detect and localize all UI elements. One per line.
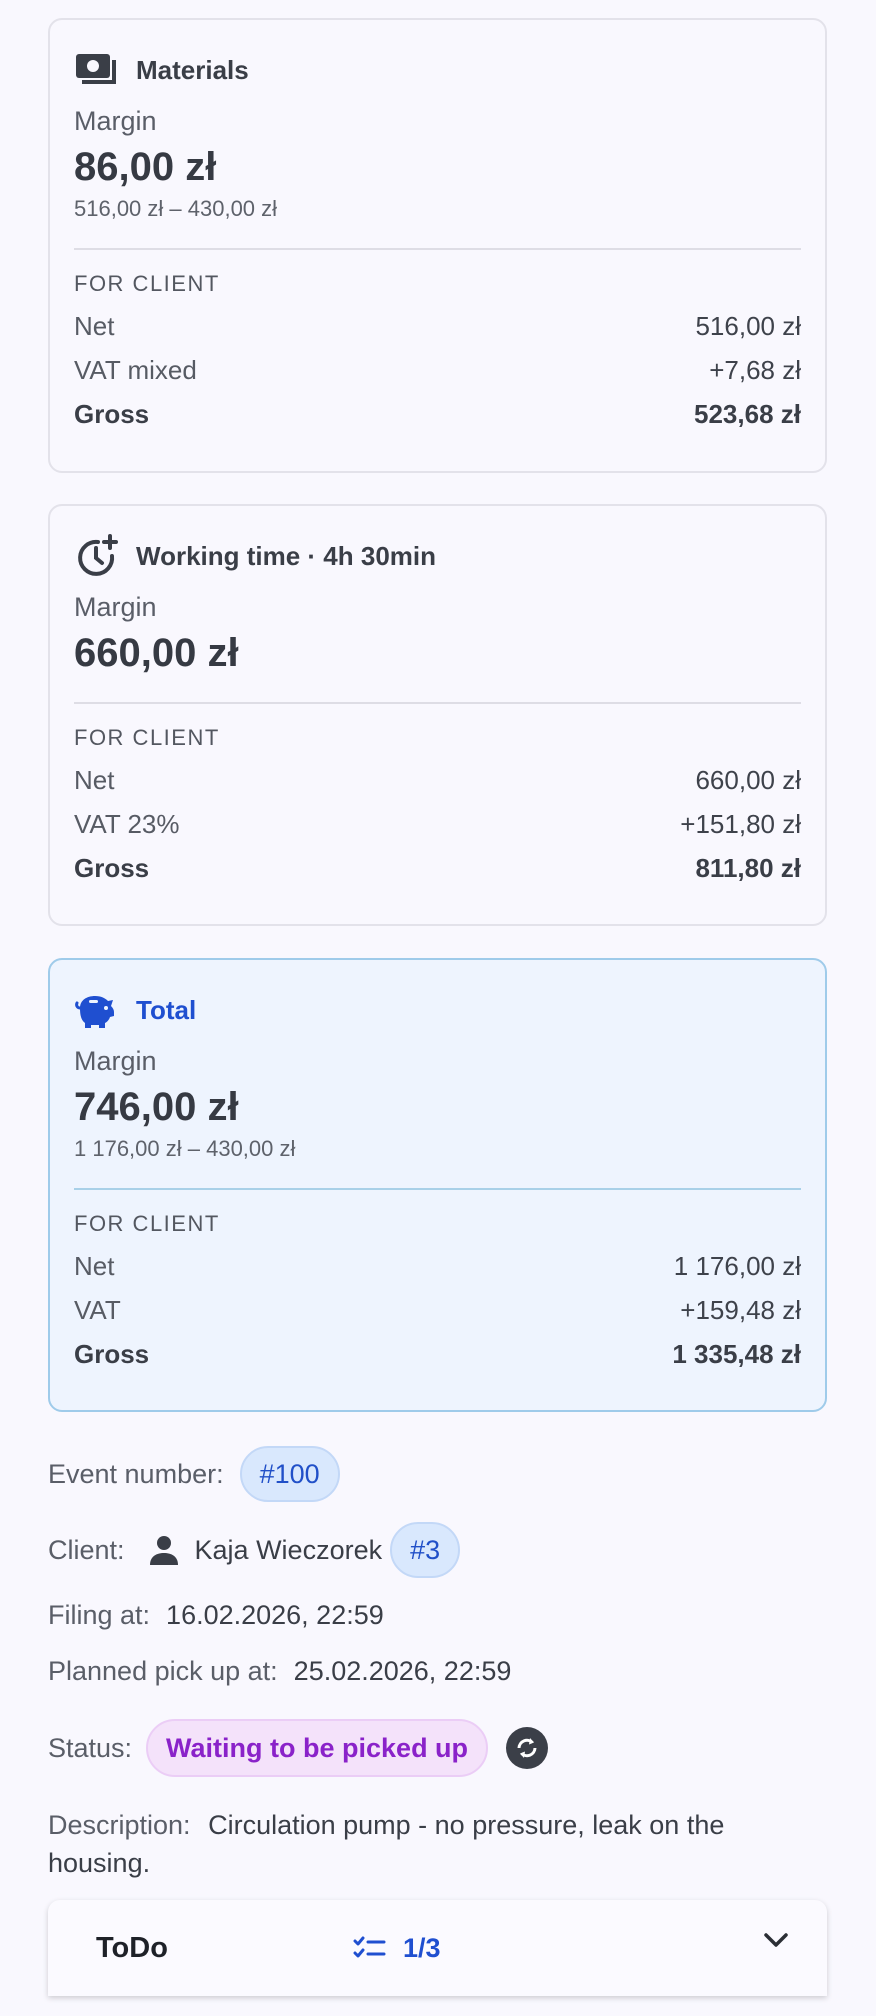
- change-status-button[interactable]: [506, 1727, 549, 1769]
- materials-card: Materials Margin 86,00 zł 516,00 zł – 43…: [48, 18, 827, 473]
- margin-label: Margin: [74, 1046, 157, 1076]
- event-number-label: Event number:: [48, 1458, 224, 1489]
- total-card: Total Margin 746,00 zł 1 176,00 zł – 430…: [48, 958, 827, 1412]
- status-badge: Waiting to be picked up: [146, 1719, 489, 1777]
- gross-row: Gross 811,80 zł: [74, 853, 801, 883]
- margin-label: Margin: [74, 106, 157, 136]
- event-number-chip[interactable]: #100: [239, 1446, 340, 1502]
- description-row: Description: Circulation pump - no press…: [48, 1806, 827, 1882]
- divider: [74, 1188, 801, 1190]
- todo-title: ToDo: [96, 1931, 168, 1964]
- status-label: Status:: [48, 1732, 133, 1763]
- client-row: Client: Kaja Wieczorek #3: [48, 1522, 461, 1578]
- vat-row: VAT mixed +7,68 zł: [74, 355, 801, 385]
- net-row: Net 1 176,00 zł: [74, 1251, 801, 1281]
- margin-breakdown: 516,00 zł – 430,00 zł: [74, 196, 278, 221]
- client-name[interactable]: Kaja Wieczorek: [195, 1535, 383, 1566]
- vat-row: VAT +159,48 zł: [74, 1295, 801, 1325]
- gross-row: Gross 1 335,48 zł: [74, 1339, 801, 1369]
- vat-row: VAT 23% +151,80 zł: [74, 809, 801, 839]
- client-id-chip[interactable]: #3: [390, 1522, 461, 1578]
- filing-value: 16.02.2026, 22:59: [166, 1599, 384, 1630]
- divider: [74, 248, 801, 250]
- margin-value: 86,00 zł: [74, 145, 217, 189]
- pickup-label: Planned pick up at:: [48, 1655, 278, 1686]
- cash-icon: [74, 50, 118, 90]
- section-label: FOR CLIENT: [74, 1211, 220, 1236]
- working-time-header: Working time · 4h 30min: [74, 534, 801, 576]
- margin-value: 660,00 zł: [74, 631, 239, 675]
- pickup-row: Planned pick up at: 25.02.2026, 22:59: [48, 1654, 511, 1688]
- margin-label: Margin: [74, 592, 157, 622]
- margin-breakdown: 1 176,00 zł – 430,00 zł: [74, 1136, 296, 1161]
- person-icon: [147, 1533, 181, 1567]
- sync-icon: [517, 1738, 537, 1758]
- description-label: Description:: [48, 1810, 191, 1840]
- filing-label: Filing at:: [48, 1599, 151, 1630]
- card-title: Total: [136, 994, 197, 1025]
- total-header: Total: [74, 990, 801, 1030]
- net-row: Net 516,00 zł: [74, 311, 801, 341]
- card-title: Materials: [136, 54, 249, 85]
- net-row: Net 660,00 zł: [74, 765, 801, 795]
- status-row: Status: Waiting to be picked up: [48, 1719, 549, 1777]
- piggy-bank-icon: [74, 990, 118, 1030]
- checklist-icon: [353, 1936, 386, 1958]
- client-label: Client:: [48, 1534, 125, 1565]
- chevron-down-icon[interactable]: [761, 1930, 791, 1955]
- event-number-row: Event number: #100: [48, 1446, 340, 1502]
- todo-count: 1/3: [403, 1932, 441, 1963]
- gross-row: Gross 523,68 zł: [74, 399, 801, 429]
- materials-header: Materials: [74, 50, 801, 90]
- divider: [74, 702, 801, 704]
- pickup-value: 25.02.2026, 22:59: [293, 1655, 512, 1686]
- section-label: FOR CLIENT: [74, 271, 220, 296]
- clock-plus-icon: [74, 534, 118, 576]
- todo-progress: 1/3: [353, 1933, 441, 1964]
- section-label: FOR CLIENT: [74, 725, 220, 750]
- filing-row: Filing at: 16.02.2026, 22:59: [48, 1598, 384, 1632]
- card-title: Working time · 4h 30min: [136, 540, 437, 571]
- working-time-card: Working time · 4h 30min Margin 660,00 zł…: [48, 504, 827, 926]
- margin-value: 746,00 zł: [74, 1085, 239, 1129]
- todo-panel[interactable]: ToDo 1/3: [48, 1900, 827, 1996]
